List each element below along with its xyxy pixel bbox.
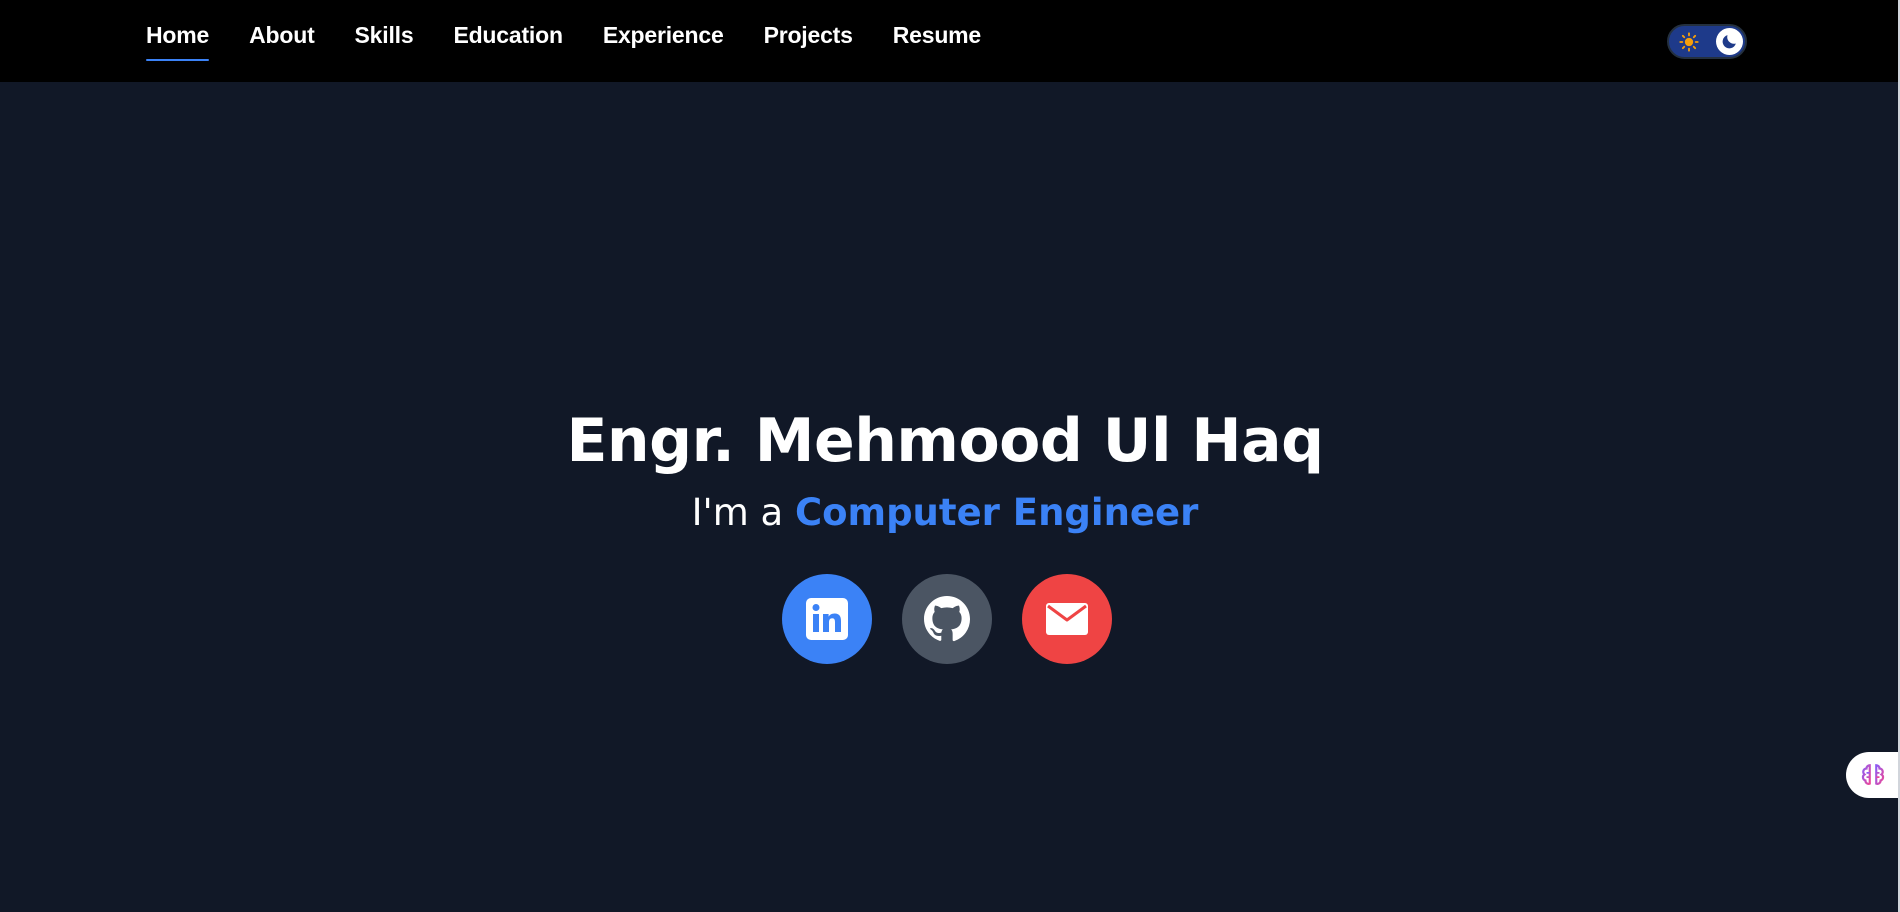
- github-button[interactable]: [902, 574, 992, 664]
- sun-icon: [1679, 32, 1699, 52]
- nav-item-skills[interactable]: Skills: [355, 22, 414, 53]
- hero-section: Engr. Mehmood Ul Haq I'm a Computer Engi…: [0, 82, 1898, 912]
- envelope-icon: [1046, 603, 1088, 635]
- nav-item-projects[interactable]: Projects: [764, 22, 853, 53]
- email-button[interactable]: [1022, 574, 1112, 664]
- page: Home About Skills Education Experience P…: [0, 0, 1898, 912]
- moon-icon: [1722, 35, 1736, 49]
- hero-subtitle-prefix: I'm a: [691, 491, 795, 534]
- nav-item-about[interactable]: About: [249, 22, 315, 53]
- nav-item-experience[interactable]: Experience: [603, 22, 724, 53]
- hero-subtitle: I'm a Computer Engineer: [0, 491, 1890, 534]
- nav-item-home[interactable]: Home: [146, 22, 209, 61]
- hero-title: Engr. Mehmood Ul Haq: [566, 406, 1324, 476]
- top-navbar: Home About Skills Education Experience P…: [0, 0, 1898, 82]
- linkedin-icon: [806, 598, 848, 640]
- brain-icon: [1861, 764, 1885, 785]
- linkedin-button[interactable]: [782, 574, 872, 664]
- hero-role: Computer Engineer: [794, 491, 1199, 534]
- social-links: [782, 574, 1112, 664]
- nav-item-resume[interactable]: Resume: [893, 22, 981, 53]
- nav-item-education[interactable]: Education: [453, 22, 563, 53]
- floating-assistant-button[interactable]: [1846, 752, 1898, 798]
- nav-links: Home About Skills Education Experience P…: [146, 22, 981, 61]
- toggle-knob[interactable]: [1716, 28, 1743, 55]
- theme-toggle[interactable]: [1667, 24, 1747, 59]
- github-icon: [924, 596, 971, 642]
